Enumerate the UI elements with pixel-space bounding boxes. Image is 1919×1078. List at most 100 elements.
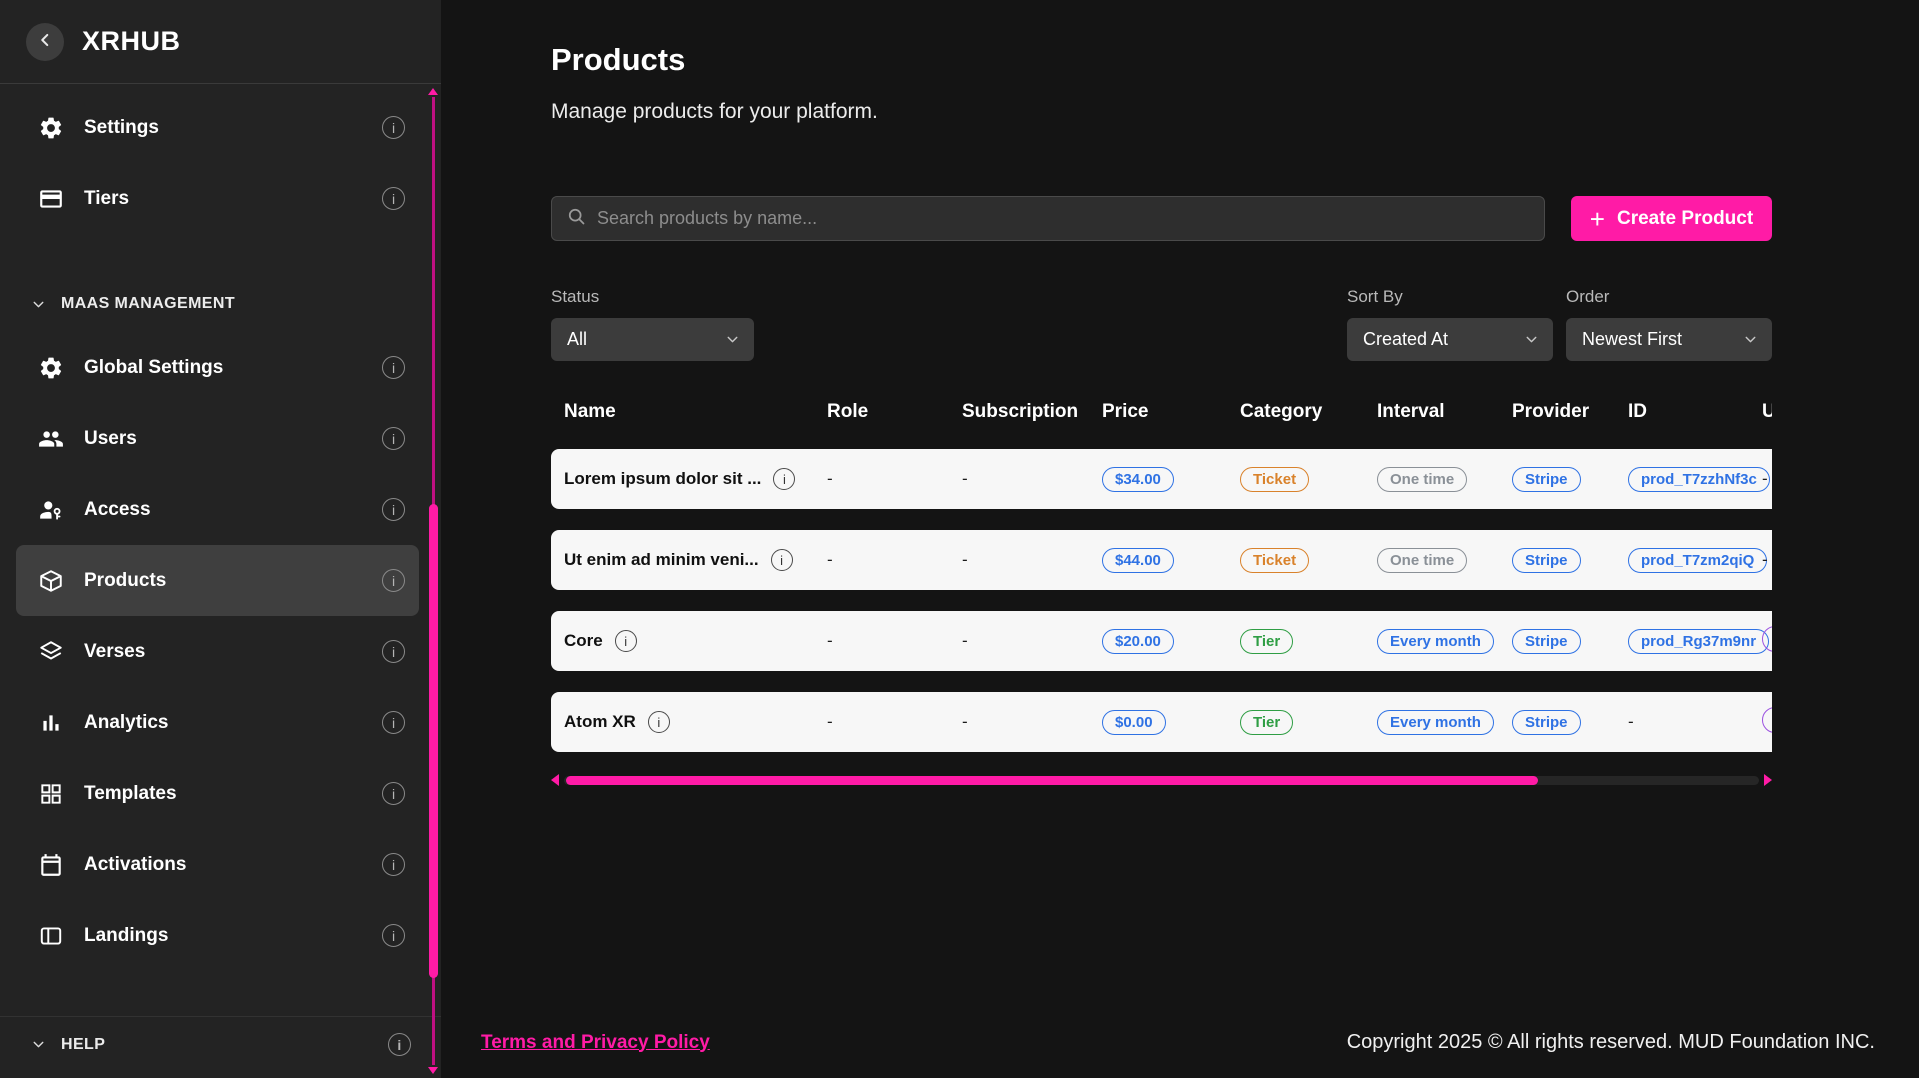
info-icon[interactable] (382, 356, 405, 379)
sidebar-item-verses[interactable]: Verses (16, 616, 419, 687)
interval-badge: One time (1377, 548, 1467, 573)
column-header-id: ID (1628, 401, 1762, 423)
calendar-icon (38, 852, 64, 878)
info-icon[interactable] (773, 468, 795, 490)
horizontal-scrollbar[interactable] (551, 773, 1772, 787)
category-badge: Ticket (1240, 548, 1309, 573)
section-label: HELP (61, 1036, 374, 1054)
info-icon[interactable] (771, 549, 793, 571)
column-header-provider: Provider (1512, 401, 1628, 423)
scroll-right-arrow-icon[interactable] (1764, 774, 1772, 786)
table-row[interactable]: Core - - $20.00 Tier Every month Stripe … (551, 611, 1772, 671)
layers-icon (38, 639, 64, 665)
sidebar-item-activations[interactable]: Activations (16, 829, 419, 900)
product-name: Core (564, 631, 603, 651)
sidebar-scrollbar[interactable] (427, 88, 439, 1074)
scroll-left-arrow-icon[interactable] (551, 774, 559, 786)
info-icon[interactable] (382, 782, 405, 805)
sidebar-item-access[interactable]: Access (16, 474, 419, 545)
scroll-down-arrow-icon[interactable] (428, 1067, 438, 1074)
create-product-button[interactable]: Create Product (1571, 196, 1772, 241)
info-icon[interactable] (382, 116, 405, 139)
info-icon[interactable] (382, 427, 405, 450)
status-select[interactable]: All (551, 318, 754, 361)
sidebar-item-global-settings[interactable]: Global Settings (16, 332, 419, 403)
sidebar-item-analytics[interactable]: Analytics (16, 687, 419, 758)
table-row[interactable]: Lorem ipsum dolor sit ... - - $34.00 Tic… (551, 449, 1772, 509)
sidebar-item-tiers[interactable]: Tiers (16, 163, 419, 234)
table-row[interactable]: Atom XR - - $0.00 Tier Every month Strip… (551, 692, 1772, 752)
info-icon[interactable] (382, 711, 405, 734)
products-table: Name Role Subscription Price Category In… (551, 401, 1772, 787)
column-header-price: Price (1102, 401, 1240, 423)
role-value: - (827, 712, 962, 732)
column-header-category: Category (1240, 401, 1377, 423)
product-name: Atom XR (564, 712, 636, 732)
sidebar-item-label: Verses (84, 641, 362, 663)
page-subtitle: Manage products for your platform. (551, 100, 1919, 124)
plus-icon (1590, 206, 1605, 232)
toolbar: Create Product (551, 196, 1772, 241)
sidebar-item-settings[interactable]: Settings (16, 92, 419, 163)
main-area: Products Manage products for your platfo… (441, 0, 1919, 1078)
subscription-value: - (962, 712, 1102, 732)
category-badge: Ticket (1240, 467, 1309, 492)
footer: Terms and Privacy Policy Copyright 2025 … (441, 1031, 1919, 1078)
users-icon (38, 426, 64, 452)
category-badge: Tier (1240, 710, 1293, 735)
provider-badge: Stripe (1512, 629, 1581, 654)
info-icon[interactable] (615, 630, 637, 652)
price-badge: $20.00 (1102, 629, 1174, 654)
info-icon[interactable] (382, 853, 405, 876)
info-icon[interactable] (382, 640, 405, 663)
filters-row: Status All Sort By Created At Order (551, 287, 1772, 361)
table-header-row: Name Role Subscription Price Category In… (551, 401, 1772, 423)
scrollbar-track[interactable] (432, 97, 435, 1065)
info-icon[interactable] (388, 1033, 411, 1056)
search-box[interactable] (551, 196, 1545, 241)
column-header-role: Role (827, 401, 962, 423)
interval-badge: Every month (1377, 629, 1494, 654)
chevron-down-icon (30, 296, 47, 313)
scrollbar-thumb[interactable] (566, 776, 1538, 785)
sidebar-section-maas[interactable]: MAAS MANAGEMENT (0, 276, 441, 332)
id-badge: prod_Rg37m9nr (1628, 629, 1769, 654)
gear-icon (38, 355, 64, 381)
price-badge: $0.00 (1102, 710, 1166, 735)
terms-privacy-link[interactable]: Terms and Privacy Policy (481, 1032, 710, 1054)
role-value: - (827, 469, 962, 489)
info-icon[interactable] (382, 924, 405, 947)
status-filter-group: Status All (551, 287, 754, 361)
status-value: All (567, 329, 587, 350)
sidebar-header: XRHUB (0, 0, 441, 84)
info-icon[interactable] (382, 498, 405, 521)
sidebar-item-landings[interactable]: Landings (16, 900, 419, 971)
info-icon[interactable] (382, 569, 405, 592)
updated-value: - (1762, 550, 1772, 570)
order-filter-group: Order Newest First (1566, 287, 1772, 361)
chevron-left-icon (34, 29, 56, 54)
scrollbar-thumb[interactable] (429, 504, 438, 978)
sidebar-section-help[interactable]: HELP (0, 1016, 441, 1072)
sidebar-item-users[interactable]: Users (16, 403, 419, 474)
back-button[interactable] (26, 23, 64, 61)
sort-by-select[interactable]: Created At (1347, 318, 1553, 361)
section-label: MAAS MANAGEMENT (61, 295, 411, 313)
info-icon[interactable] (648, 711, 670, 733)
sidebar-item-label: Access (84, 499, 362, 521)
table-row[interactable]: Ut enim ad minim veni... - - $44.00 Tick… (551, 530, 1772, 590)
scrollbar-track[interactable] (564, 776, 1759, 785)
subscription-value: - (962, 550, 1102, 570)
search-input[interactable] (597, 208, 1530, 229)
sidebar-item-label: Activations (84, 854, 362, 876)
sidebar-item-products[interactable]: Products (16, 545, 419, 616)
id-value: - (1628, 712, 1762, 732)
info-icon[interactable] (382, 187, 405, 210)
sidebar-item-templates[interactable]: Templates (16, 758, 419, 829)
id-badge: prod_T7zzhNf3c (1628, 467, 1770, 492)
scroll-up-arrow-icon[interactable] (428, 88, 438, 95)
updated-badge (1762, 626, 1772, 652)
subscription-value: - (962, 631, 1102, 651)
sidebar-item-label: Templates (84, 783, 362, 805)
order-select[interactable]: Newest First (1566, 318, 1772, 361)
